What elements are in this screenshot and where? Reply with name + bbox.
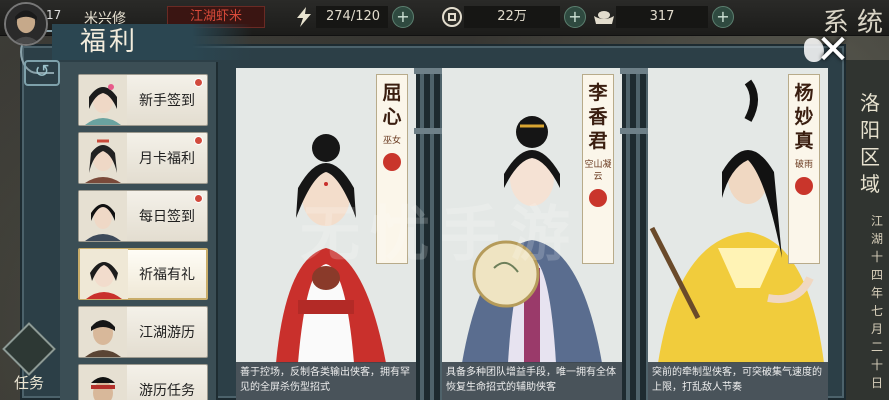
hero-description: 善于控场，反制各类输出侠客，拥有罕见的全屏杀伤型招式	[236, 362, 416, 400]
add-coins-button[interactable]: +	[564, 6, 586, 28]
hero-sect: 巫女	[382, 136, 401, 146]
lightning-icon	[292, 5, 316, 29]
decorative-pillar	[620, 68, 650, 400]
ingots-resource: 317 +	[592, 4, 734, 30]
coin-icon	[440, 5, 464, 29]
sidebar-item-jianghu-travel[interactable]: 江湖游历	[78, 306, 208, 358]
sidebar-item-monthly-card[interactable]: 月卡福利	[78, 132, 208, 184]
sidebar-item-label: 祈福有礼	[139, 267, 195, 283]
hero-card-yang-miao-zhen[interactable]: 杨 妙 真 破雨 突前的牵制型侠客，可突破集气速度的上限，打乱敌人节奏	[648, 68, 828, 400]
hero-cards: 屈 心 巫女 善于控场，反制各类输出侠客，拥有罕见的全屏杀伤型招式 李 香 君 …	[236, 68, 828, 400]
sidebar-item-travel-missions[interactable]: 游历任务	[78, 364, 208, 400]
hero-name-scroll: 屈 心 巫女	[376, 74, 408, 264]
character-portrait	[79, 307, 127, 357]
notification-dot	[194, 136, 203, 145]
hero-name-char: 李	[588, 82, 608, 104]
hero-card-li-xiang-jun[interactable]: 李 香 君 空山凝云 具备多种团队增益手段，唯一拥有全体恢复生命招式的辅助侠客	[442, 68, 622, 400]
add-stamina-button[interactable]: +	[392, 6, 414, 28]
hero-name-scroll: 李 香 君 空山凝云	[582, 74, 614, 264]
hero-sect: 空山凝云	[584, 160, 612, 182]
character-portrait	[79, 133, 127, 183]
character-portrait	[80, 249, 128, 299]
close-button[interactable]: ✕	[804, 27, 856, 74]
sidebar-item-daily-checkin[interactable]: 每日签到	[78, 190, 208, 242]
sidebar-item-label: 月卡福利	[139, 151, 195, 167]
hero-name-char: 真	[794, 130, 814, 152]
hero-name-scroll: 杨 妙 真 破雨	[788, 74, 820, 264]
coins-resource: 22万 +	[440, 4, 586, 30]
seal-icon	[383, 153, 401, 171]
hero-name-char: 心	[382, 106, 402, 128]
stamina-value: 274/120	[316, 6, 388, 28]
hero-name-char: 杨	[794, 82, 814, 104]
hero-name-char: 妙	[794, 106, 814, 128]
welfare-sidebar: 新手签到 月卡福利 每日签到 祈福有礼 江湖游历 游历任务	[60, 62, 218, 400]
character-portrait	[79, 75, 127, 125]
sidebar-item-blessing-gift[interactable]: 祈福有礼	[78, 248, 208, 300]
sidebar-item-label: 新手签到	[139, 93, 195, 109]
hero-sect: 破雨	[794, 160, 813, 170]
hero-name-char: 屈	[382, 82, 402, 104]
seal-icon	[795, 177, 813, 195]
decorative-pillar	[414, 68, 444, 400]
add-ingots-button[interactable]: +	[712, 6, 734, 28]
stamina-resource: 274/120 +	[292, 4, 414, 30]
player-level: 17	[46, 8, 62, 22]
notification-dot	[194, 194, 203, 203]
mission-icon	[2, 322, 56, 376]
character-portrait	[79, 365, 127, 400]
hero-description: 突前的牵制型侠客，可突破集气速度的上限，打乱敌人节奏	[648, 362, 828, 400]
hero-name-char: 香	[588, 106, 608, 128]
hero-description: 具备多种团队增益手段，唯一拥有全体恢复生命招式的辅助侠客	[442, 362, 622, 400]
seal-icon	[589, 189, 607, 207]
hero-card-qu-xin[interactable]: 屈 心 巫女 善于控场，反制各类输出侠客，拥有罕见的全屏杀伤型招式	[236, 68, 416, 400]
game-date: 江湖十四年七月二十日	[870, 214, 883, 390]
panel-title: 福利	[52, 24, 252, 60]
ingot-icon	[592, 5, 616, 29]
sidebar-item-newbie-checkin[interactable]: 新手签到	[78, 74, 208, 126]
sidebar-item-label: 每日签到	[139, 209, 195, 225]
mission-button[interactable]: 任务	[2, 322, 56, 396]
sidebar-item-label: 游历任务	[139, 383, 195, 399]
area-name: 洛阳区域	[860, 91, 880, 196]
hero-name-char: 君	[588, 130, 608, 152]
close-icon: ✕	[816, 27, 850, 73]
character-portrait	[79, 191, 127, 241]
coins-value: 22万	[464, 6, 560, 28]
player-avatar[interactable]	[4, 2, 48, 46]
ingots-value: 317	[616, 6, 708, 28]
back-arrow-icon[interactable]: ↺	[24, 60, 60, 86]
sidebar-item-label: 江湖游历	[139, 325, 195, 341]
notification-dot	[194, 78, 203, 87]
